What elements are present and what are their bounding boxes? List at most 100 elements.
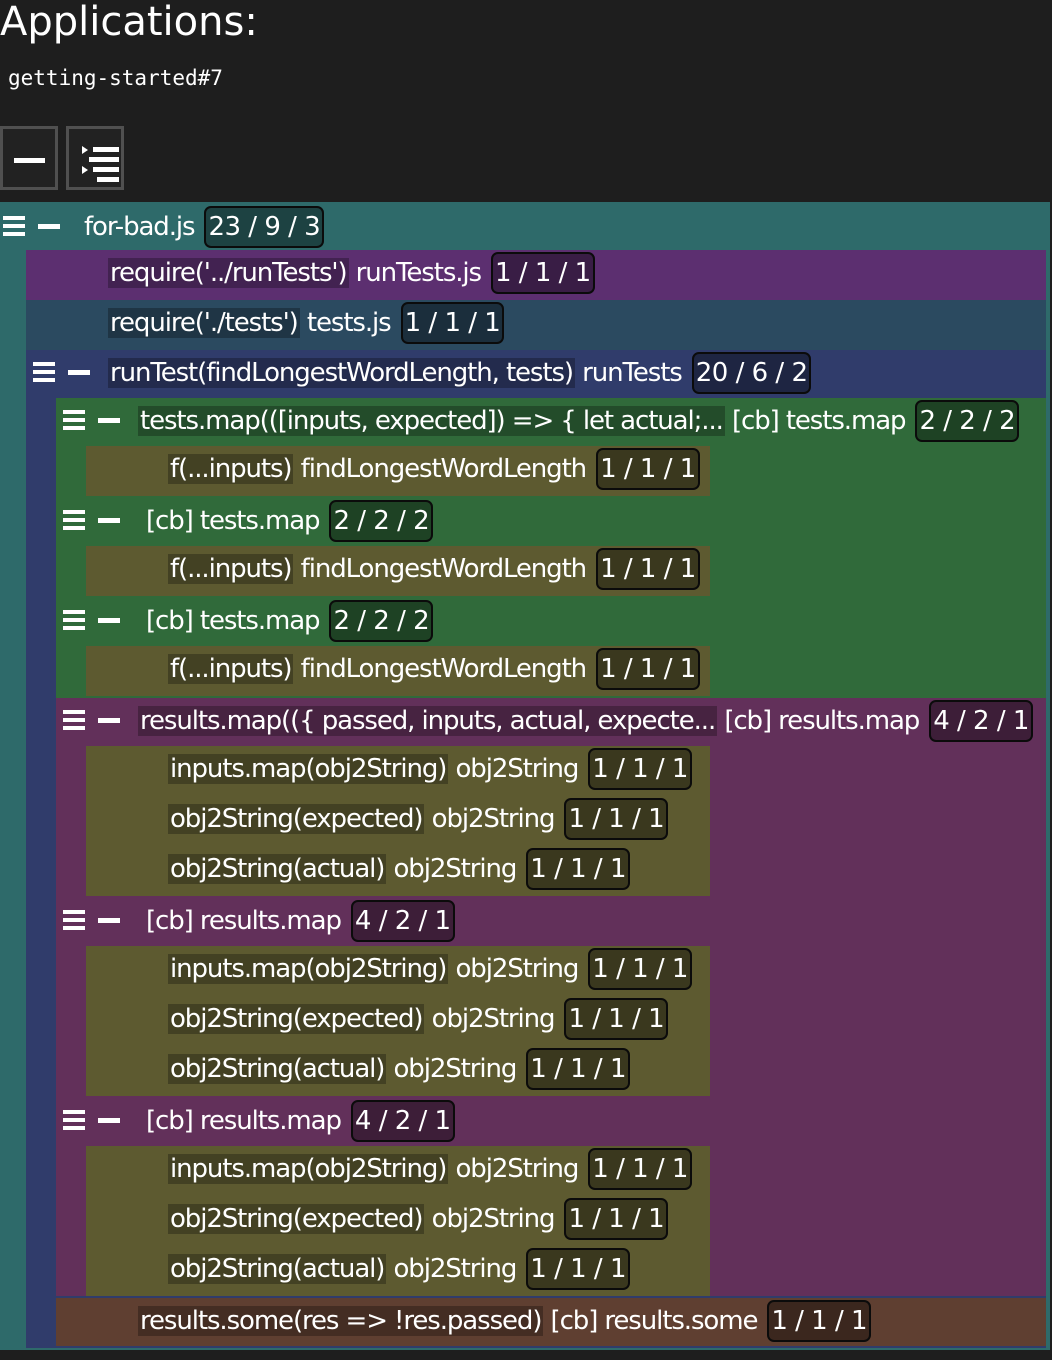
stats-badge: 2 / 2 / 2 <box>915 400 1020 442</box>
stats-badge: 2 / 2 / 2 <box>329 500 434 542</box>
stats-badge: 2 / 2 / 2 <box>329 600 434 642</box>
tree-node-label: f(...inputs) findLongestWordLength <box>168 646 587 692</box>
tree-node-label: [cb] tests.map <box>146 598 321 644</box>
stats-badge: 1 / 1 / 1 <box>491 252 595 294</box>
call-expression: require('./tests') <box>108 308 300 338</box>
function-name: findLongestWordLength <box>300 454 588 484</box>
tree-row-n16[interactable]: obj2String(expected) obj2String 1 / 1 / 1 <box>0 996 1052 1042</box>
call-expression: f(...inputs) <box>168 554 294 584</box>
function-name: obj2String <box>393 1054 518 1084</box>
tree-row-n22[interactable]: results.some(res => !res.passed) [cb] re… <box>0 1298 1052 1344</box>
stats-badge: 1 / 1 / 1 <box>767 1300 872 1342</box>
hamburger-menu-icon[interactable] <box>62 398 88 444</box>
tree-row-n1[interactable]: require('../runTests') runTests.js 1 / 1 … <box>0 250 1052 296</box>
function-name: obj2String <box>455 954 579 984</box>
collapse-node-icon[interactable] <box>96 898 124 944</box>
tree-row-n13[interactable]: obj2String(actual) obj2String 1 / 1 / 1 <box>0 846 1052 892</box>
tree-row-n17[interactable]: obj2String(actual) obj2String 1 / 1 / 1 <box>0 1046 1052 1092</box>
collapse-node-icon[interactable] <box>96 698 124 744</box>
tree-row-n0[interactable]: for-bad.js 23 / 9 / 3 <box>0 204 1052 250</box>
call-expression: inputs.map(obj2String) <box>168 954 449 984</box>
call-expression: results.some(res => !res.passed) <box>138 1306 544 1336</box>
hamburger-menu-icon[interactable] <box>62 898 88 944</box>
call-expression: results.map(({ passed, inputs, actual, e… <box>138 706 718 736</box>
tree-row-n21[interactable]: obj2String(actual) obj2String 1 / 1 / 1 <box>0 1246 1052 1292</box>
tree-row-n3[interactable]: runTest(findLongestWordLength, tests) ru… <box>0 350 1052 396</box>
collapse-node-icon[interactable] <box>96 398 124 444</box>
function-name: obj2String <box>455 754 579 784</box>
hamburger-menu-icon[interactable] <box>62 1098 88 1144</box>
tree-row-n9[interactable]: f(...inputs) findLongestWordLength 1 / 1 … <box>0 646 1052 692</box>
stats-badge: 4 / 2 / 1 <box>350 1100 455 1142</box>
tree-list-icon <box>82 146 119 182</box>
tree-node-label: f(...inputs) findLongestWordLength <box>168 546 587 592</box>
tree-node-label: [cb] tests.map <box>146 498 321 544</box>
tree-node-label: inputs.map(obj2String) obj2String <box>168 1146 579 1192</box>
hamburger-menu-icon[interactable] <box>62 698 88 744</box>
function-name: for-bad.js <box>84 212 196 242</box>
minus-icon <box>14 158 45 163</box>
stats-badge: 1 / 1 / 1 <box>596 548 700 590</box>
application-name: getting-started#7 <box>8 66 223 90</box>
tree-row-n2[interactable]: require('./tests') tests.js 1 / 1 / 1 <box>0 300 1052 346</box>
tree-node-label: obj2String(actual) obj2String <box>168 846 517 892</box>
collapse-all-button[interactable] <box>0 126 58 190</box>
call-expression: obj2String(actual) <box>168 1054 387 1084</box>
collapse-node-icon[interactable] <box>96 598 124 644</box>
expand-all-button[interactable] <box>66 126 124 190</box>
tree-row-n12[interactable]: obj2String(expected) obj2String 1 / 1 / 1 <box>0 796 1052 842</box>
tree-row-n20[interactable]: obj2String(expected) obj2String 1 / 1 / 1 <box>0 1196 1052 1242</box>
tree-node-label: [cb] results.map <box>146 898 342 944</box>
tree-node-label: inputs.map(obj2String) obj2String <box>168 746 579 792</box>
tree-row-n19[interactable]: inputs.map(obj2String) obj2String 1 / 1 /… <box>0 1146 1052 1192</box>
tree-row-n5[interactable]: f(...inputs) findLongestWordLength 1 / 1 … <box>0 446 1052 492</box>
function-name: [cb] results.some <box>550 1306 759 1336</box>
function-name: obj2String <box>455 1154 579 1184</box>
function-name: [cb] tests.map <box>146 506 321 536</box>
hamburger-menu-icon[interactable] <box>32 350 58 396</box>
tree-node-label: results.map(({ passed, inputs, actual, e… <box>138 698 920 744</box>
call-expression: obj2String(expected) <box>168 1004 425 1034</box>
function-name: [cb] results.map <box>146 1106 342 1136</box>
call-expression: runTest(findLongestWordLength, tests) <box>108 358 575 388</box>
hamburger-menu-icon[interactable] <box>62 498 88 544</box>
tree-row-n6[interactable]: [cb] tests.map 2 / 2 / 2 <box>0 498 1052 544</box>
tree-row-n4[interactable]: tests.map(([inputs, expected]) => { let … <box>0 398 1052 444</box>
tree-node-label: for-bad.js <box>84 204 196 250</box>
function-name: [cb] tests.map <box>146 606 321 636</box>
call-expression: f(...inputs) <box>168 454 294 484</box>
tree-row-n10[interactable]: results.map(({ passed, inputs, actual, e… <box>0 698 1052 744</box>
tree-node-label: [cb] results.map <box>146 1098 342 1144</box>
stats-badge: 20 / 6 / 2 <box>691 352 812 394</box>
call-expression: inputs.map(obj2String) <box>168 754 449 784</box>
tree-node-label: obj2String(expected) obj2String <box>168 996 556 1042</box>
hamburger-menu-icon[interactable] <box>2 204 28 250</box>
tree-row-n15[interactable]: inputs.map(obj2String) obj2String 1 / 1 /… <box>0 946 1052 992</box>
stats-badge: 1 / 1 / 1 <box>588 748 692 790</box>
tree-row-n8[interactable]: [cb] tests.map 2 / 2 / 2 <box>0 598 1052 644</box>
tree-row-n7[interactable]: f(...inputs) findLongestWordLength 1 / 1 … <box>0 546 1052 592</box>
stats-badge: 1 / 1 / 1 <box>526 848 630 890</box>
tree-row-n14[interactable]: [cb] results.map 4 / 2 / 1 <box>0 898 1052 944</box>
tree-node-label: results.some(res => !res.passed) [cb] re… <box>138 1298 759 1344</box>
call-expression: obj2String(expected) <box>168 1204 425 1234</box>
function-name: runTests <box>582 358 683 388</box>
function-name: [cb] results.map <box>146 906 342 936</box>
collapse-node-icon[interactable] <box>66 350 94 396</box>
collapse-node-icon[interactable] <box>96 498 124 544</box>
hamburger-menu-icon[interactable] <box>62 598 88 644</box>
call-expression: f(...inputs) <box>168 654 294 684</box>
tree-row-n11[interactable]: inputs.map(obj2String) obj2String 1 / 1 /… <box>0 746 1052 792</box>
tree-node-label: obj2String(expected) obj2String <box>168 1196 556 1242</box>
call-expression: inputs.map(obj2String) <box>168 1154 449 1184</box>
function-name: tests.js <box>306 308 392 338</box>
stats-badge: 1 / 1 / 1 <box>596 648 700 690</box>
tree-node-label: f(...inputs) findLongestWordLength <box>168 446 588 492</box>
stats-badge: 1 / 1 / 1 <box>588 1148 692 1190</box>
collapse-node-icon[interactable] <box>36 204 64 250</box>
tree-node-label: require('../runTests') runTests.js <box>108 250 482 296</box>
tree-row-n18[interactable]: [cb] results.map 4 / 2 / 1 <box>0 1098 1052 1144</box>
collapse-node-icon[interactable] <box>96 1098 124 1144</box>
tree-node-label: require('./tests') tests.js <box>108 300 392 346</box>
page-title: Applications: <box>0 0 258 45</box>
